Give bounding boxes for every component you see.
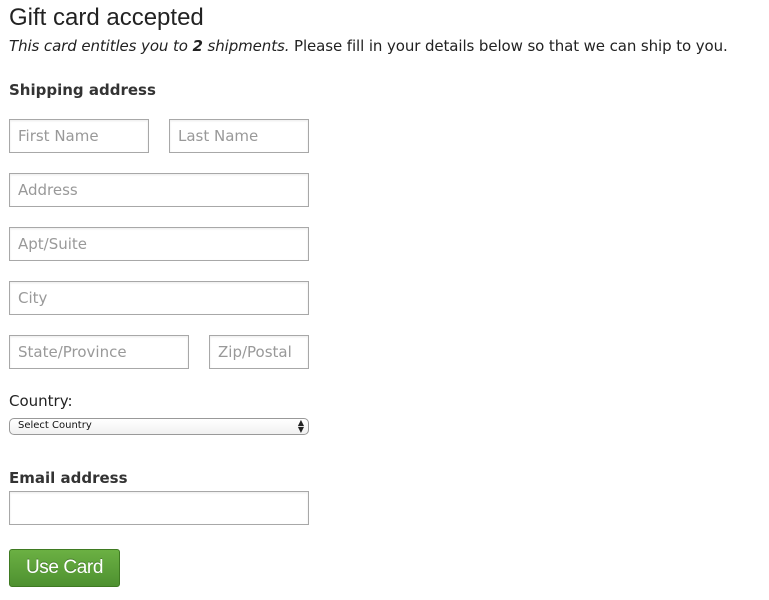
state-province-input[interactable]	[9, 335, 189, 369]
subtitle-rest: Please fill in your details below so tha…	[289, 37, 728, 55]
country-selected-value: Select Country	[18, 420, 92, 431]
select-arrows-icon: ▲ ▼	[297, 418, 304, 434]
first-name-input[interactable]	[9, 119, 149, 153]
city-input[interactable]	[9, 281, 309, 315]
apt-suite-input[interactable]	[9, 227, 309, 261]
country-label: Country:	[9, 392, 73, 410]
country-select[interactable]: Select Country ▲ ▼	[9, 418, 309, 435]
subtitle-italic-prefix: This card entitles you to	[9, 37, 193, 55]
gift-card-description: This card entitles you to 2 shipments. P…	[9, 37, 728, 55]
page-title: Gift card accepted	[9, 4, 204, 31]
email-input[interactable]	[9, 491, 309, 525]
zip-postal-input[interactable]	[209, 335, 309, 369]
last-name-input[interactable]	[169, 119, 309, 153]
address-input[interactable]	[9, 173, 309, 207]
subtitle-italic-suffix: shipments.	[202, 37, 290, 55]
shipment-count: 2	[192, 37, 203, 55]
use-card-button[interactable]: Use Card	[9, 549, 120, 587]
subtitle-italic: This card entitles you to 2 shipments.	[9, 37, 289, 55]
email-address-heading: Email address	[9, 469, 128, 487]
shipping-address-heading: Shipping address	[9, 81, 156, 99]
